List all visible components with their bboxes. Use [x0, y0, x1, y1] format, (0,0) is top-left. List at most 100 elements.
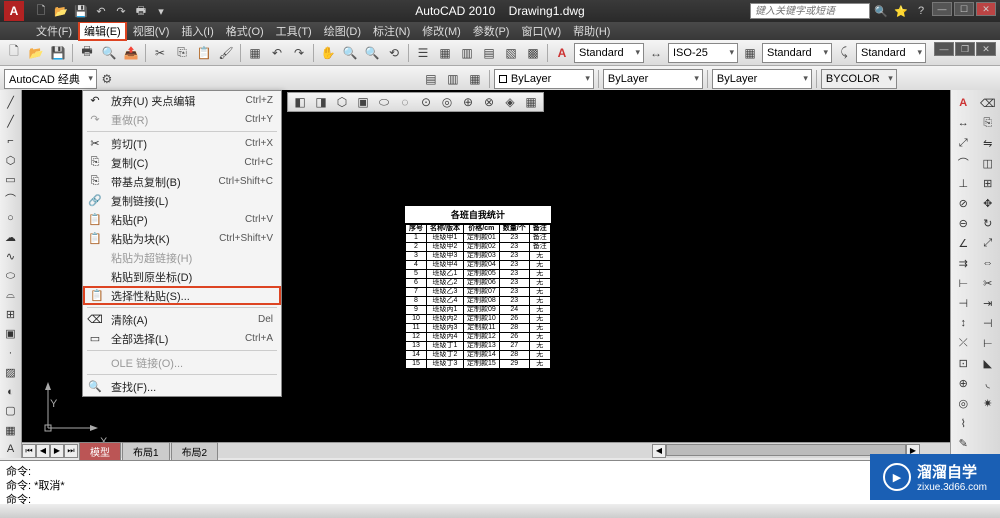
tab-layout1[interactable]: 布局1	[122, 442, 170, 460]
undo-icon[interactable]: ↶	[267, 43, 287, 63]
maximize-button[interactable]: ☐	[954, 2, 974, 16]
trim-icon[interactable]: ✂	[979, 274, 997, 292]
float-icon-11[interactable]: ◈	[500, 92, 520, 112]
edit-menu-item[interactable]: ▭全部选择(L)Ctrl+A	[83, 329, 281, 348]
infocenter-icon[interactable]: 🔍	[872, 2, 890, 20]
layer-match-icon[interactable]: ▦	[465, 69, 485, 89]
cut-icon[interactable]: ✂	[150, 43, 170, 63]
tab-model[interactable]: 模型	[79, 442, 121, 460]
plotstyle-dropdown[interactable]: BYCOLOR	[821, 69, 897, 89]
revcloud-icon[interactable]: ☁	[2, 229, 20, 246]
mdi-minimize-button[interactable]: —	[934, 42, 954, 56]
float-icon-1[interactable]: ◧	[290, 92, 310, 112]
dimradius-icon[interactable]: ⊘	[954, 194, 972, 212]
mdi-close-button[interactable]: ✕	[976, 42, 996, 56]
centermark-icon[interactable]: ⊕	[954, 374, 972, 392]
zoom-window-icon[interactable]: 🔍	[362, 43, 382, 63]
mtext-tool-icon[interactable]: A	[954, 94, 972, 112]
float-icon-7[interactable]: ⊙	[416, 92, 436, 112]
linetype-dropdown[interactable]: ByLayer	[603, 69, 703, 89]
menu-modify[interactable]: 修改(M)	[416, 21, 467, 41]
edit-menu-item[interactable]: ⌫清除(A)Del	[83, 310, 281, 329]
blockeditor-icon[interactable]: ▦	[245, 43, 265, 63]
tab-layout2[interactable]: 布局2	[171, 442, 219, 460]
menu-edit[interactable]: 编辑(E)	[78, 21, 127, 41]
insertblock-icon[interactable]: ⊞	[2, 306, 20, 323]
line-icon[interactable]: ╱	[2, 94, 20, 111]
qat-print-icon[interactable]: 🖶	[132, 2, 150, 20]
dimjogged-icon[interactable]: ⌇	[954, 414, 972, 432]
diminspect-icon[interactable]: ◎	[954, 394, 972, 412]
qat-save-icon[interactable]: 💾	[72, 2, 90, 20]
app-icon[interactable]: A	[4, 1, 24, 21]
dimspace-icon[interactable]: ↕	[954, 314, 972, 332]
dc-icon[interactable]: ▦	[435, 43, 455, 63]
ellipse-icon[interactable]: ⬭	[2, 267, 20, 284]
drawing-canvas[interactable]: ◧ ◨ ⬡ ▣ ⬭ ◌ ⊙ ◎ ⊕ ⊗ ◈ ▦ ↶放弃(U) 夹点编辑Ctrl+…	[22, 90, 950, 458]
float-icon-10[interactable]: ⊗	[479, 92, 499, 112]
qat-new-icon[interactable]: 🗋	[32, 2, 50, 20]
edit-menu-item[interactable]: 粘贴到原坐标(D)	[83, 267, 281, 286]
search-input[interactable]	[750, 3, 870, 19]
menu-draw[interactable]: 绘图(D)	[318, 21, 367, 41]
menu-format[interactable]: 格式(O)	[220, 21, 270, 41]
polygon-icon[interactable]: ⬡	[2, 152, 20, 169]
spline-icon[interactable]: ∿	[2, 248, 20, 265]
edit-menu-item[interactable]: ⎘复制(C)Ctrl+C	[83, 153, 281, 172]
dimbreak-icon[interactable]: ⤫	[954, 334, 972, 352]
menu-dimension[interactable]: 标注(N)	[367, 21, 416, 41]
float-icon-3[interactable]: ⬡	[332, 92, 352, 112]
dimstyle-icon[interactable]: ↔	[646, 43, 666, 63]
layer-states-icon[interactable]: ▥	[443, 69, 463, 89]
help-icon[interactable]: ?	[912, 2, 930, 20]
tolerance-icon[interactable]: ⊡	[954, 354, 972, 372]
mtext-icon[interactable]: A	[2, 441, 20, 458]
pan-icon[interactable]: ✋	[318, 43, 338, 63]
float-icon-5[interactable]: ⬭	[374, 92, 394, 112]
dimordinate-icon[interactable]: ⊥	[954, 174, 972, 192]
paste-icon[interactable]: 📋	[194, 43, 214, 63]
copy-icon[interactable]: ⎘	[172, 43, 192, 63]
hatch-icon[interactable]: ▨	[2, 364, 20, 381]
edit-menu-item[interactable]: ✂剪切(T)Ctrl+X	[83, 134, 281, 153]
dimedit-icon[interactable]: ✎	[954, 434, 972, 452]
workspace-dropdown[interactable]: AutoCAD 经典	[4, 69, 97, 89]
subscription-icon[interactable]: ⭐	[892, 2, 910, 20]
tab-last-icon[interactable]: ⏭	[64, 444, 78, 458]
float-icon-2[interactable]: ◨	[311, 92, 331, 112]
dimstyle-dropdown[interactable]: ISO-25	[668, 43, 738, 63]
markup-icon[interactable]: ▧	[501, 43, 521, 63]
float-icon-9[interactable]: ⊕	[458, 92, 478, 112]
ssm-icon[interactable]: ▤	[479, 43, 499, 63]
fillet-icon[interactable]: ◟	[979, 374, 997, 392]
embedded-ole-table[interactable]: 各班自我统计 序号名称/版本价格/cm数量/个备注1班级甲1定制款0123备注2…	[404, 205, 552, 370]
textstyle-dropdown[interactable]: Standard	[574, 43, 644, 63]
textstyle-icon[interactable]: A	[552, 43, 572, 63]
dimangular-icon[interactable]: ∠	[954, 234, 972, 252]
dimdiameter-icon[interactable]: ⊖	[954, 214, 972, 232]
save-icon[interactable]: 💾	[48, 43, 68, 63]
close-button[interactable]: ✕	[976, 2, 996, 16]
dimarc-icon[interactable]: ⌒	[954, 154, 972, 172]
dimaligned-icon[interactable]: ⤢	[954, 134, 972, 152]
workspace-gear-icon[interactable]: ⚙	[97, 69, 117, 89]
menu-window[interactable]: 窗口(W)	[515, 21, 567, 41]
quickcalc-icon[interactable]: ▩	[523, 43, 543, 63]
gradient-icon[interactable]: ◐	[2, 383, 20, 400]
float-icon-4[interactable]: ▣	[353, 92, 373, 112]
menu-file[interactable]: 文件(F)	[30, 21, 78, 41]
menu-insert[interactable]: 插入(I)	[175, 21, 219, 41]
zoom-rt-icon[interactable]: 🔍	[340, 43, 360, 63]
plot-icon[interactable]: 🖶	[77, 43, 97, 63]
mdi-restore-button[interactable]: ❐	[955, 42, 975, 56]
open-icon[interactable]: 📂	[26, 43, 46, 63]
point-icon[interactable]: ·	[2, 344, 20, 361]
arc-icon[interactable]: ⌒	[2, 190, 20, 207]
copy2-icon[interactable]: ⎘	[979, 114, 997, 132]
break-icon[interactable]: ⊣	[979, 314, 997, 332]
edit-menu-item[interactable]: 📋粘贴为块(K)Ctrl+Shift+V	[83, 229, 281, 248]
preview-icon[interactable]: 🔍	[99, 43, 119, 63]
dimquick-icon[interactable]: ⇉	[954, 254, 972, 272]
tablestyle-icon[interactable]: ▦	[740, 43, 760, 63]
qat-redo-icon[interactable]: ↷	[112, 2, 130, 20]
